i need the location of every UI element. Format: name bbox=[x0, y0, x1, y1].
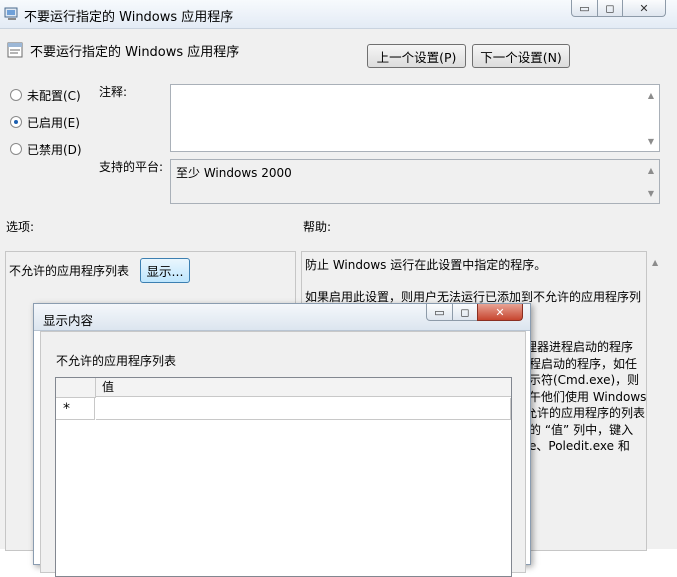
radio-disabled-label[interactable]: 已禁用(D) bbox=[27, 141, 82, 158]
help-line: 防止 Windows 运行在此设置中指定的程序。 bbox=[305, 258, 547, 272]
radio-not-configured-label[interactable]: 未配置(C) bbox=[27, 87, 81, 104]
comment-label: 注释: bbox=[99, 85, 128, 99]
platform-field: 至少 Windows 2000 ▲ ▼ bbox=[170, 159, 660, 204]
help-line: 的 “值” 列中，键入 bbox=[529, 423, 634, 437]
platform-label: 支持的平台: bbox=[99, 160, 164, 174]
dialog-close-button[interactable]: ✕ bbox=[477, 304, 523, 321]
dialog-list-label: 不允许的应用程序列表 bbox=[56, 354, 177, 368]
dialog-title: 显示内容 bbox=[43, 313, 94, 328]
dialog-body: 不允许的应用程序列表 值 * bbox=[40, 331, 526, 577]
next-setting-button[interactable]: 下一个设置(N) bbox=[472, 44, 570, 68]
options-label: 选项: bbox=[6, 220, 35, 234]
app-icon bbox=[4, 6, 20, 25]
policy-title: 不要运行指定的 Windows 应用程序 bbox=[30, 45, 240, 60]
dialog-title-bar: 显示内容 ▭ ◻ ✕ bbox=[34, 304, 530, 331]
close-icon: ✕ bbox=[495, 305, 505, 319]
policy-icon bbox=[7, 42, 23, 61]
minimize-button[interactable]: ▭ bbox=[571, 0, 598, 17]
show-button[interactable]: 显示... bbox=[140, 258, 190, 283]
minimize-icon: ▭ bbox=[434, 305, 445, 319]
new-row-marker: * bbox=[56, 398, 95, 420]
dialog-minimize-button[interactable]: ▭ bbox=[426, 304, 453, 321]
maximize-icon: ◻ bbox=[460, 305, 470, 319]
dialog-maximize-button[interactable]: ◻ bbox=[452, 304, 478, 321]
help-line: 示符(Cmd.exe)，则 bbox=[529, 373, 640, 387]
grid-corner-cell bbox=[56, 378, 96, 398]
title-bar: 不要运行指定的 Windows 应用程序 ▭ ◻ ✕ bbox=[0, 0, 677, 29]
scroll-down-icon[interactable]: ▼ bbox=[648, 137, 654, 146]
radio-enabled-label[interactable]: 已启用(E) bbox=[27, 114, 80, 131]
scroll-up-icon[interactable]: ▲ bbox=[648, 166, 654, 175]
radio-not-configured[interactable] bbox=[10, 89, 22, 101]
platform-value: 至少 Windows 2000 bbox=[176, 166, 292, 180]
prev-setting-button[interactable]: 上一个设置(P) bbox=[367, 44, 466, 68]
help-scroll-up-icon[interactable]: ▲ bbox=[652, 258, 658, 267]
show-contents-dialog: 显示内容 ▭ ◻ ✕ 不允许的应用程序列表 值 * bbox=[33, 303, 531, 577]
maximize-button[interactable]: ◻ bbox=[597, 0, 623, 17]
new-row-value-cell[interactable] bbox=[96, 398, 511, 420]
main-window: 不要运行指定的 Windows 应用程序 ▭ ◻ ✕ 不要运行指定的 Windo… bbox=[0, 0, 677, 577]
comment-textarea[interactable]: ▲ ▼ bbox=[170, 84, 660, 152]
maximize-icon: ◻ bbox=[605, 1, 615, 15]
option-list-label: 不允许的应用程序列表 bbox=[9, 264, 130, 278]
scroll-down-icon[interactable]: ▼ bbox=[648, 189, 654, 198]
values-grid[interactable]: 值 * bbox=[55, 377, 512, 577]
column-header-value[interactable]: 值 bbox=[96, 378, 511, 397]
help-line: e、Poledit.exe 和 bbox=[529, 439, 630, 453]
scroll-up-icon[interactable]: ▲ bbox=[648, 91, 654, 100]
close-button[interactable]: ✕ bbox=[622, 0, 666, 17]
window-title: 不要运行指定的 Windows 应用程序 bbox=[24, 10, 234, 25]
help-line: 午他们使用 Windows bbox=[529, 390, 647, 404]
help-line: 程启动的程序，如任 bbox=[529, 357, 638, 371]
radio-enabled[interactable] bbox=[10, 116, 22, 128]
help-line: 允许的应用程序的列表 bbox=[525, 406, 646, 420]
radio-disabled[interactable] bbox=[10, 143, 22, 155]
help-line: 理器进程启动的程序 bbox=[525, 340, 634, 354]
help-label: 帮助: bbox=[303, 220, 332, 234]
minimize-icon: ▭ bbox=[579, 1, 590, 15]
close-icon: ✕ bbox=[639, 1, 649, 15]
